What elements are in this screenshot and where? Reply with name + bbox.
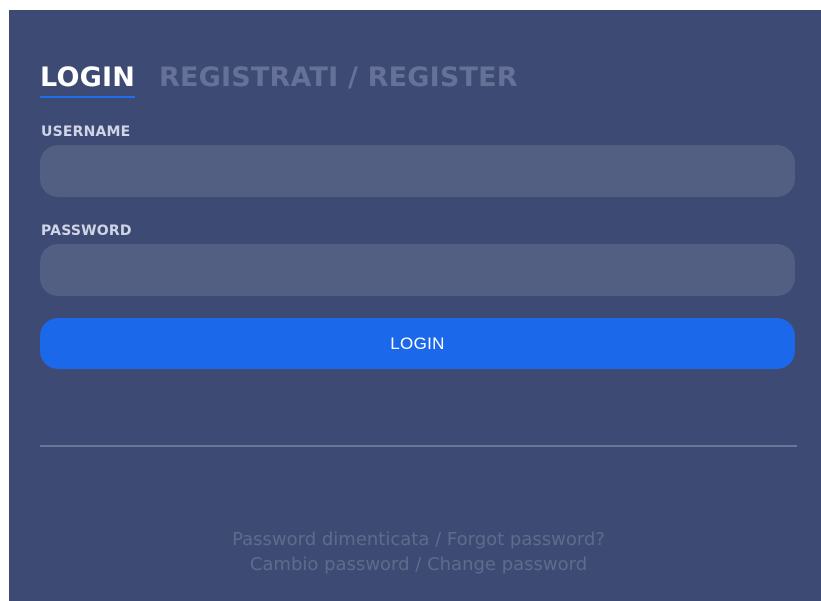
forgot-password-link[interactable]: Password dimenticata / Forgot password? (40, 527, 797, 552)
account-links: Password dimenticata / Forgot password? … (40, 527, 797, 577)
tab-login[interactable]: LOGIN (40, 62, 135, 98)
login-button[interactable]: LOGIN (40, 318, 795, 369)
auth-tabs: LOGIN REGISTRATI / REGISTER (40, 62, 518, 98)
divider (40, 445, 797, 447)
login-panel: LOGIN REGISTRATI / REGISTER USERNAME PAS… (9, 10, 821, 601)
username-label: USERNAME (41, 124, 131, 140)
change-password-link[interactable]: Cambio password / Change password (40, 552, 797, 577)
password-input[interactable] (40, 244, 795, 296)
username-input[interactable] (40, 145, 795, 197)
password-label: PASSWORD (41, 223, 132, 239)
tab-register[interactable]: REGISTRATI / REGISTER (159, 62, 518, 98)
